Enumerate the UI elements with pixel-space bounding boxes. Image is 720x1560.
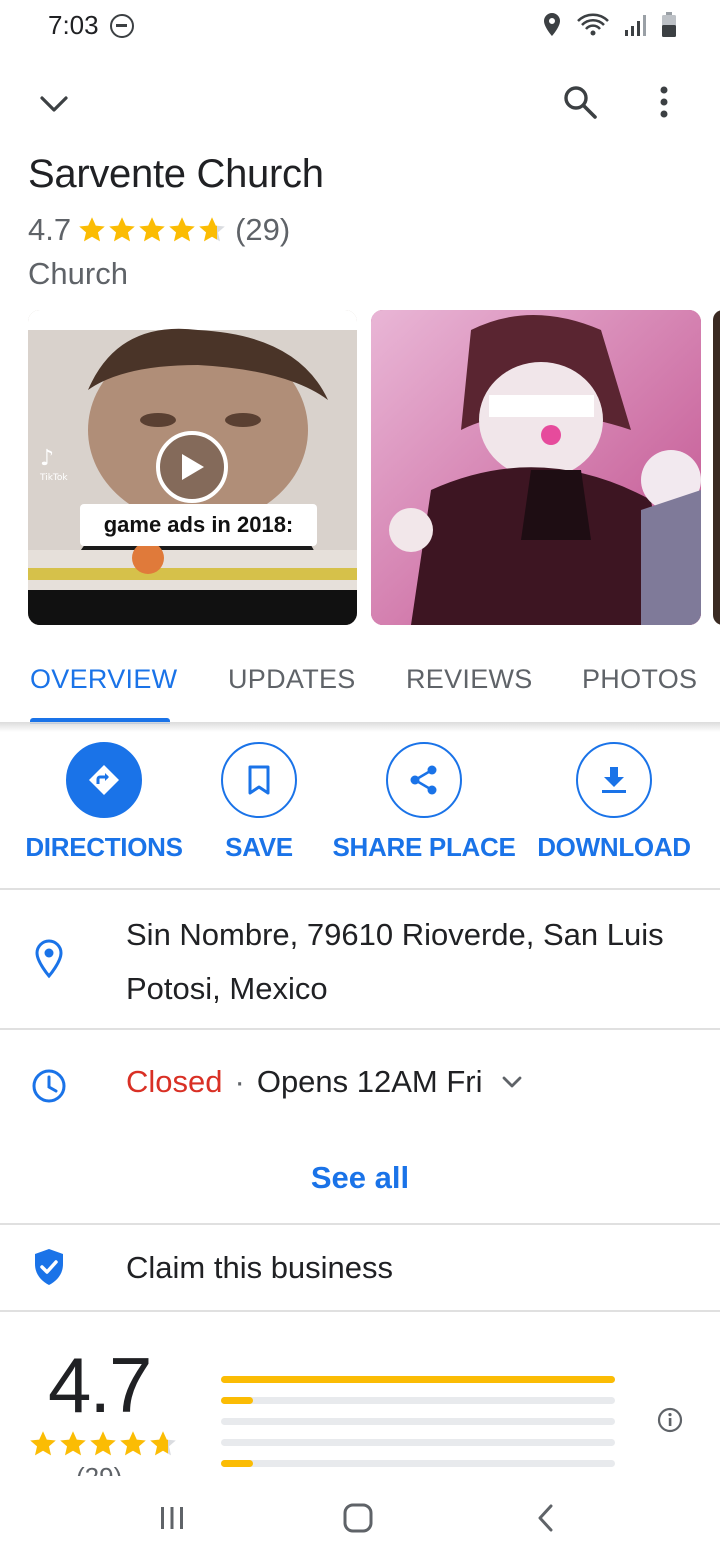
rating-distribution (221, 1376, 615, 1481)
rating-stars (77, 216, 227, 244)
hours-separator: · (234, 1064, 245, 1099)
bookmark-icon (248, 765, 270, 795)
status-time: 7:03 (48, 10, 99, 40)
divider (0, 888, 720, 890)
share-place-button[interactable]: SHARE PLACE (332, 742, 516, 863)
save-button[interactable]: SAVE (212, 742, 306, 863)
directions-button[interactable]: DIRECTIONS (25, 742, 183, 863)
location-icon (544, 13, 560, 36)
chevron-down-icon (502, 1076, 521, 1088)
info-icon[interactable] (656, 1406, 684, 1434)
address-text[interactable]: Sin Nombre, 79610 Rioverde, San Luis Pot… (126, 908, 696, 1016)
video-thumbnail[interactable]: ♪ TikTok game ads in 2018: (28, 310, 357, 625)
back-button[interactable] (522, 1496, 570, 1540)
star-icon (139, 217, 165, 242)
save-circle (221, 742, 297, 818)
more-options-button[interactable] (640, 78, 688, 126)
search-button[interactable] (556, 78, 604, 126)
battery-icon (662, 12, 676, 37)
star-icon (60, 1431, 86, 1456)
more-vert-icon (660, 86, 668, 118)
tab-reviews[interactable]: REVIEWS (406, 664, 533, 695)
tab-overview[interactable]: OVERVIEW (30, 664, 177, 695)
wifi-icon (577, 13, 609, 36)
star-icon (120, 1431, 146, 1456)
hours-next: Opens 12AM Fri (256, 1064, 483, 1099)
divider (0, 1028, 720, 1030)
download-circle (576, 742, 652, 818)
play-button[interactable] (156, 431, 228, 503)
home-button[interactable] (334, 1496, 382, 1540)
chevron-down-icon (40, 96, 68, 112)
signal-icon (625, 15, 646, 36)
share-circle (386, 742, 462, 818)
status-icons (542, 12, 676, 38)
back-icon (538, 1504, 553, 1532)
directions-circle (66, 742, 142, 818)
download-icon (602, 767, 626, 793)
photo-thumbnail-image (371, 310, 701, 625)
rating-row[interactable]: 4.7 (29) (28, 212, 290, 248)
star-icon (169, 217, 195, 242)
hours-row[interactable]: Closed · Opens 12AM Fri (126, 1064, 523, 1100)
recent-apps-icon (161, 1507, 183, 1529)
tab-photos[interactable]: PHOTOS (582, 664, 697, 695)
divider (0, 1223, 720, 1225)
action-buttons: DIRECTIONS SAVE SHARE PLACE DOWNLOAD (0, 742, 720, 872)
verified-shield-icon (35, 1249, 63, 1285)
half-star-icon (150, 1431, 176, 1456)
directions-label: DIRECTIONS (25, 832, 183, 862)
tab-bar-shadow (0, 722, 720, 732)
play-icon (182, 454, 204, 480)
divider (0, 1310, 720, 1312)
summary-stars (28, 1430, 178, 1458)
rating-bar-4-fill (221, 1397, 253, 1404)
location-pin-icon (35, 939, 63, 979)
clock-icon (32, 1069, 66, 1103)
rating-value: 4.7 (28, 212, 72, 247)
rating-bar-1-fill (221, 1460, 253, 1467)
see-all-link[interactable]: See all (0, 1160, 720, 1196)
photo-thumbnail-partial[interactable] (713, 310, 720, 625)
average-rating: 4.7 (48, 1341, 152, 1429)
home-icon (343, 1503, 373, 1533)
dnd-icon (110, 14, 134, 38)
rating-bar-4 (221, 1397, 615, 1404)
top-action-bar (0, 70, 720, 134)
directions-icon (89, 765, 119, 795)
photo-carousel[interactable]: ♪ TikTok game ads in 2018: (28, 310, 720, 626)
search-icon (564, 86, 597, 119)
collapse-button[interactable] (30, 80, 78, 128)
save-label: SAVE (225, 832, 293, 862)
photo-thumbnail[interactable] (371, 310, 701, 625)
video-caption: game ads in 2018: (80, 504, 317, 546)
star-icon (79, 217, 105, 242)
download-button[interactable]: DOWNLOAD (534, 742, 694, 863)
system-nav-bar (0, 1476, 720, 1560)
share-icon (410, 765, 437, 795)
half-star-icon (199, 217, 225, 242)
place-title: Sarvente Church (28, 152, 324, 196)
rating-bar-1 (221, 1460, 615, 1467)
svg-text:TikTok: TikTok (39, 473, 68, 483)
review-count: (29) (235, 212, 291, 247)
status-bar: 7:03 (0, 0, 720, 56)
place-category: Church (28, 256, 128, 291)
hours-status: Closed (126, 1064, 223, 1099)
tab-bar: OVERVIEW UPDATES REVIEWS PHOTOS (0, 648, 720, 724)
share-place-label: SHARE PLACE (332, 832, 516, 862)
rating-bar-3 (221, 1418, 615, 1425)
rating-bar-2 (221, 1439, 615, 1446)
recent-apps-button[interactable] (148, 1496, 196, 1540)
tab-updates[interactable]: UPDATES (228, 664, 356, 695)
rating-bar-5 (221, 1376, 615, 1383)
rating-bar-5-fill (221, 1376, 615, 1383)
star-icon (109, 217, 135, 242)
svg-text:♪: ♪ (40, 446, 54, 471)
star-icon (30, 1431, 56, 1456)
claim-business-link[interactable]: Claim this business (126, 1250, 393, 1286)
download-label: DOWNLOAD (537, 832, 691, 862)
star-icon (90, 1431, 116, 1456)
